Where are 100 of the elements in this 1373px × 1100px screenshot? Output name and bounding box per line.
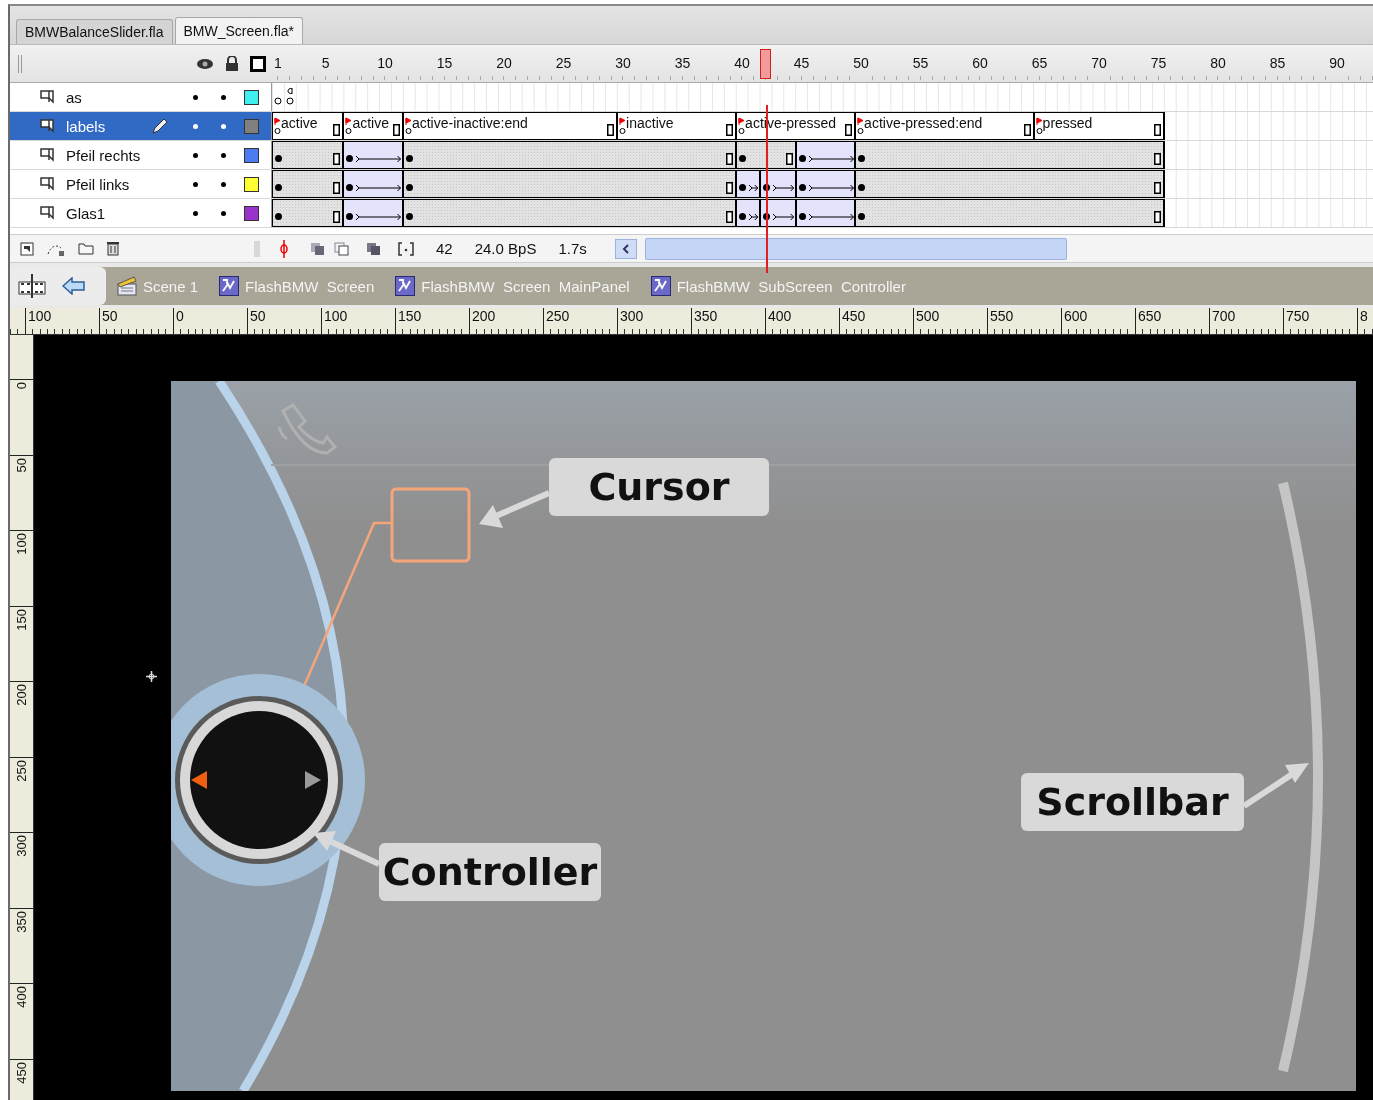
frame-span[interactable] [272, 199, 345, 227]
visibility-dot-icon[interactable] [192, 152, 198, 158]
frame-span[interactable]: active-inactive:end [402, 112, 619, 140]
visibility-dot-icon[interactable] [192, 181, 198, 187]
frame-span[interactable] [795, 141, 857, 169]
frame-span[interactable] [272, 170, 345, 198]
frame-label: active [352, 115, 389, 131]
visibility-dot-icon[interactable] [192, 210, 198, 216]
layer-name: as [66, 88, 83, 106]
back-arrow-icon[interactable] [62, 277, 86, 295]
lock-dot-icon[interactable] [220, 123, 226, 129]
end-frame-icon [392, 124, 400, 136]
frame-number: 35 [674, 55, 691, 71]
frame-span[interactable]: pressed [1033, 112, 1166, 140]
layer-color-swatch[interactable] [243, 89, 259, 105]
onion-markers-icon[interactable] [398, 241, 414, 256]
frame-number: 45 [793, 55, 810, 71]
frame-span[interactable]: active [343, 112, 404, 140]
frame-label: active-inactive:end [411, 115, 528, 131]
ruler-label: 450 [839, 308, 913, 334]
frame-number: 30 [615, 55, 631, 71]
frame-span[interactable] [343, 141, 404, 169]
visibility-dot-icon[interactable] [192, 123, 198, 129]
end-frame-icon [607, 124, 615, 136]
onion-outline-icon[interactable] [334, 241, 350, 256]
layer-color-swatch[interactable] [243, 118, 259, 134]
frame-label: inactive [626, 115, 674, 131]
frame-span[interactable] [855, 199, 1166, 227]
frame-span[interactable] [272, 141, 345, 169]
keyframe-icon [275, 213, 282, 220]
layer-name: Pfeil rechts [66, 146, 142, 164]
keyframe-icon [275, 155, 282, 162]
layer-icon [40, 148, 54, 162]
frame-number: 55 [912, 55, 929, 71]
trash-icon[interactable] [107, 241, 119, 256]
folder-icon[interactable] [78, 242, 94, 255]
frame-span[interactable]: inactive [617, 112, 738, 140]
ruler-label: 50 [247, 308, 321, 334]
grip-icon[interactable] [18, 54, 22, 73]
lock-dot-icon[interactable] [220, 181, 226, 187]
frame-span[interactable] [402, 170, 738, 198]
end-frame-icon [726, 124, 734, 136]
document-tab[interactable]: BMW_Screen.fla* [174, 17, 303, 44]
ruler-label: 0 [173, 308, 247, 334]
visibility-dot-icon[interactable] [192, 94, 198, 100]
frame-rate: 24.0 BpS [474, 240, 537, 257]
grip-icon[interactable] [254, 240, 260, 257]
layer-color-swatch[interactable] [243, 205, 259, 221]
frame-number: 75 [1150, 55, 1167, 71]
frame-span[interactable] [855, 141, 1166, 169]
layer-color-swatch[interactable] [243, 147, 259, 163]
frame-number: 85 [1269, 55, 1286, 71]
layer-icon [40, 206, 54, 220]
frame-span[interactable] [343, 199, 404, 227]
frame-span[interactable] [402, 199, 738, 227]
callout-label: Cursor [549, 458, 769, 516]
frame-span[interactable] [736, 170, 761, 198]
layer-name: Glas1 [66, 204, 107, 222]
outline-icon[interactable] [250, 55, 266, 72]
keyframe-icon [858, 184, 866, 191]
ruler-label: 350 [13, 909, 29, 935]
playhead-handle[interactable] [759, 49, 771, 79]
ruler-label: 600 [1061, 308, 1135, 334]
ruler-label: 400 [765, 308, 839, 334]
frame-span[interactable] [795, 199, 857, 227]
scroll-left-button[interactable] [614, 238, 637, 259]
callout-arrow [1242, 763, 1309, 809]
layer-row[interactable]: labels [10, 112, 272, 140]
lock-dot-icon[interactable] [220, 210, 226, 216]
ruler-label: 50 [13, 456, 29, 474]
frame-span[interactable] [795, 170, 857, 198]
flag-icon [857, 116, 865, 136]
lock-dot-icon[interactable] [220, 94, 226, 100]
chevron-left-icon [621, 243, 630, 254]
ruler-label: 100 [13, 532, 29, 557]
end-frame-icon [726, 153, 734, 165]
ruler-label: 8 [1357, 308, 1373, 334]
ruler-label: 250 [13, 758, 29, 784]
document-tab[interactable]: BMWBalanceSlider.fla [16, 19, 173, 44]
frame-span[interactable] [402, 141, 738, 169]
frame-span[interactable]: active-pressed:end [855, 112, 1035, 140]
ruler-label: 300 [13, 834, 29, 859]
script-keyframe-icon [285, 86, 294, 106]
frame-number: 70 [1091, 55, 1107, 71]
eye-icon[interactable] [196, 57, 214, 70]
end-frame-icon [845, 124, 853, 136]
frame-span[interactable]: active [272, 112, 345, 140]
onion-skin-icon[interactable] [310, 241, 326, 256]
timeline-toggle-icon[interactable] [18, 274, 46, 298]
center-frame-icon[interactable] [280, 239, 288, 258]
frame-span[interactable] [736, 141, 797, 169]
lock-dot-icon[interactable] [220, 152, 226, 158]
layer-color-swatch[interactable] [243, 176, 259, 192]
new-layer-icon[interactable] [20, 241, 34, 256]
frame-span[interactable] [736, 199, 761, 227]
frame-span[interactable] [855, 170, 1166, 198]
frame-span[interactable] [343, 170, 404, 198]
lock-icon[interactable] [225, 56, 239, 71]
horizontal-scrollbar[interactable] [644, 237, 1067, 260]
edit-multiple-frames-icon[interactable] [366, 241, 382, 256]
